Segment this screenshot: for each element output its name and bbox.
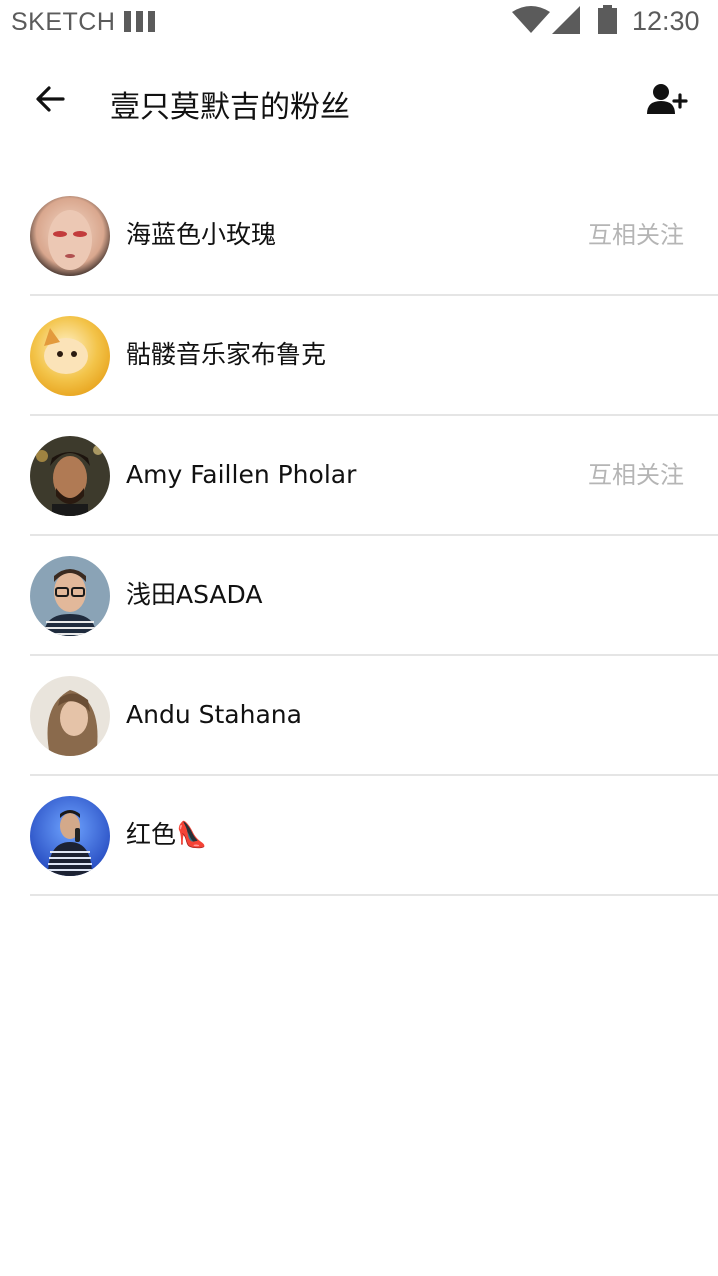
- clock: 12:30: [632, 6, 700, 36]
- status-bar: SKETCH 12:30: [0, 0, 718, 44]
- mutual-follow-badge: 互相关注: [588, 221, 684, 249]
- wifi-icon: [512, 6, 550, 33]
- fan-name: 骷髅音乐家布鲁克: [126, 340, 327, 369]
- carrier-label: SKETCH: [11, 8, 116, 36]
- fan-list: 海蓝色小玫瑰 互相关注 骷髅音乐家布鲁克 Amy Faillen Pholar …: [0, 176, 718, 896]
- cellular-signal-icon: [552, 6, 580, 34]
- fan-list-item[interactable]: Andu Stahana: [30, 656, 718, 776]
- avatar: [30, 436, 110, 516]
- fan-list-item[interactable]: 浅田ASADA: [30, 536, 718, 656]
- fan-name: 红色👠: [126, 820, 208, 849]
- avatar: [30, 556, 110, 636]
- fan-name: 浅田ASADA: [126, 580, 263, 609]
- fan-name: 海蓝色小玫瑰: [126, 220, 277, 249]
- fan-list-item[interactable]: 骷髅音乐家布鲁克: [30, 296, 718, 416]
- fan-list-item[interactable]: 红色👠: [30, 776, 718, 896]
- avatar: [30, 796, 110, 876]
- arrow-left-icon: [36, 86, 65, 112]
- back-button[interactable]: [30, 79, 70, 119]
- avatar: [30, 316, 110, 396]
- mutual-follow-badge: 互相关注: [588, 461, 684, 489]
- fan-list-item[interactable]: 海蓝色小玫瑰 互相关注: [30, 176, 718, 296]
- add-user-icon: [647, 84, 688, 114]
- fan-name: Andu Stahana: [126, 700, 302, 729]
- battery-icon: [598, 5, 617, 34]
- carrier-signal-icon: [124, 11, 156, 33]
- app-bar: 壹只莫默吉的粉丝: [0, 54, 718, 150]
- avatar: [30, 196, 110, 276]
- fan-name: Amy Faillen Pholar: [126, 460, 357, 489]
- fan-list-item[interactable]: Amy Faillen Pholar 互相关注: [30, 416, 718, 536]
- avatar: [30, 676, 110, 756]
- add-user-button[interactable]: [644, 80, 688, 120]
- page-title: 壹只莫默吉的粉丝: [110, 90, 350, 125]
